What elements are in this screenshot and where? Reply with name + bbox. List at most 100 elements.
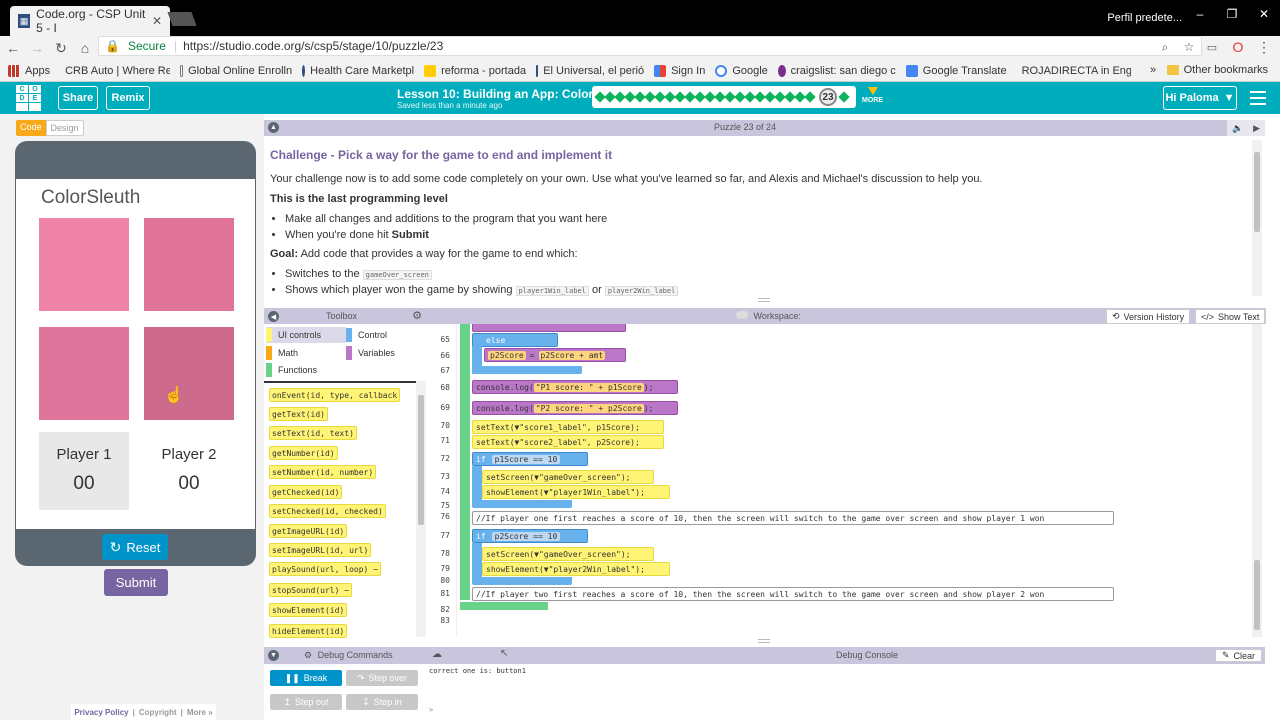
- apps-bookmark[interactable]: Apps: [8, 64, 50, 77]
- speaker-icon[interactable]: 🔈: [1232, 123, 1243, 134]
- toolbox-block[interactable]: setNumber(id, number): [269, 465, 377, 479]
- console-log-block[interactable]: console.log( "P1 score: " + p1Score );: [472, 380, 678, 394]
- else-block[interactable]: else: [472, 333, 558, 347]
- forward-icon[interactable]: →: [26, 37, 48, 59]
- workspace-toggle-icon[interactable]: [736, 311, 748, 319]
- if-block-p2[interactable]: if p2Score == 10: [472, 529, 588, 543]
- url-field[interactable]: 🔒 Secure | https://studio.code.org/s/csp…: [98, 36, 1202, 56]
- browser-tab[interactable]: ▦ Code.org - CSP Unit 5 - I ✕: [10, 6, 170, 36]
- privacy-policy-link[interactable]: Privacy Policy: [74, 708, 128, 717]
- more-button[interactable]: MORE: [862, 87, 883, 104]
- code-mode-tab[interactable]: Code: [16, 120, 46, 136]
- collapse-instructions-icon[interactable]: ▲: [268, 122, 279, 133]
- new-tab-button[interactable]: [167, 12, 197, 26]
- console-prompt[interactable]: >: [429, 706, 433, 714]
- bookmark-item[interactable]: CRB Auto | Where Re: [60, 65, 170, 77]
- show-text-button[interactable]: </> Show Text: [1195, 309, 1266, 324]
- play-icon[interactable]: ▶: [1253, 123, 1260, 134]
- step-over-button[interactable]: ↷ Step over: [346, 670, 418, 686]
- bookmark-item[interactable]: Google Translate: [905, 64, 1007, 77]
- bookmarks-overflow-icon[interactable]: »: [1150, 64, 1156, 76]
- color-button[interactable]: ☝: [144, 327, 234, 420]
- bookmark-item[interactable]: Health Care Marketpl: [302, 64, 414, 77]
- workspace-scrollbar[interactable]: [1252, 324, 1262, 637]
- assign-block[interactable]: p2Score = p2Score + amt: [484, 348, 626, 362]
- toolbox-block[interactable]: hideElement(id): [269, 624, 348, 638]
- if-block-p1[interactable]: if p1Score == 10: [472, 452, 588, 466]
- more-link[interactable]: More »: [187, 708, 213, 717]
- code-workspace[interactable]: 65 66 67 68 69 70 71 72 73 74 75 76 77 78 79 80 81 82 83 e…: [426, 324, 1266, 637]
- toolbox-block[interactable]: setText(id, text): [269, 426, 357, 440]
- toolbox-block[interactable]: onEvent(id, type, callback: [269, 388, 401, 402]
- current-puzzle-bubble[interactable]: 23: [819, 88, 837, 106]
- category-functions[interactable]: Functions: [266, 362, 346, 378]
- toolbox-block[interactable]: getChecked(id): [269, 485, 343, 499]
- toolbox-block[interactable]: getNumber(id): [269, 446, 338, 460]
- bookmark-item[interactable]: Sign In: [654, 64, 705, 77]
- share-button[interactable]: Share: [58, 86, 98, 110]
- bookmark-item[interactable]: El Universal, el perió: [536, 64, 644, 77]
- reload-icon[interactable]: ↻: [50, 37, 72, 59]
- version-history-button[interactable]: ⟲ Version History: [1106, 309, 1191, 324]
- profile-label[interactable]: Perfil predete...: [1107, 12, 1182, 24]
- break-button[interactable]: ❚❚ Break: [270, 670, 342, 686]
- gear-icon[interactable]: ⚙: [412, 309, 422, 322]
- toolbox-block[interactable]: getImageURL(id): [269, 524, 348, 538]
- back-icon[interactable]: ←: [2, 37, 24, 59]
- toolbox-block[interactable]: setChecked(id, checked): [269, 504, 386, 518]
- console-log-block[interactable]: console.log( "P2 score: " + p2Score );: [472, 401, 678, 415]
- resize-handle[interactable]: [758, 298, 770, 302]
- comment-block[interactable]: //If player one first reaches a score of…: [472, 511, 1114, 525]
- bookmark-item[interactable]: reforma - portada: [424, 64, 526, 77]
- showelement-block[interactable]: showElement(▼"player2Win_label");: [482, 562, 670, 576]
- bookmark-item[interactable]: craigslist: san diego c: [777, 64, 896, 77]
- step-in-button[interactable]: ↧ Step in: [346, 694, 418, 710]
- close-tab-icon[interactable]: ✕: [152, 14, 162, 28]
- watch-icon[interactable]: ☁: [432, 649, 442, 660]
- toolbox-block[interactable]: setImageURL(id, url): [269, 543, 372, 557]
- toolbox-block[interactable]: stopSound(url) −: [269, 583, 353, 597]
- menu-dots-icon[interactable]: ⋮: [1256, 39, 1272, 55]
- comment-block[interactable]: //If player two first reaches a score of…: [472, 587, 1114, 601]
- color-button[interactable]: [144, 218, 234, 311]
- home-icon[interactable]: ⌂: [74, 37, 96, 59]
- toolbox-block[interactable]: showElement(id): [269, 603, 348, 617]
- step-out-button[interactable]: ↥ Step out: [270, 694, 342, 710]
- toolbox-scrollbar[interactable]: [416, 381, 426, 637]
- submit-button[interactable]: Submit: [104, 569, 168, 596]
- maximize-icon[interactable]: ❐: [1216, 0, 1248, 28]
- pointer-icon[interactable]: ↖: [500, 648, 508, 659]
- close-window-icon[interactable]: ✕: [1248, 0, 1280, 28]
- color-button[interactable]: [39, 327, 129, 420]
- settext-block[interactable]: setText(▼"score2_label", p2Score);: [472, 435, 664, 449]
- minimize-icon[interactable]: –: [1184, 0, 1216, 28]
- collapse-debug-icon[interactable]: ▼: [268, 650, 279, 661]
- progress-dot[interactable]: [804, 91, 816, 103]
- bookmark-star-icon[interactable]: ☆: [1181, 39, 1197, 55]
- color-button[interactable]: [39, 218, 129, 311]
- showelement-block[interactable]: showElement(▼"player1Win_label");: [482, 485, 670, 499]
- other-bookmarks[interactable]: Other bookmarks: [1166, 64, 1268, 76]
- zoom-icon[interactable]: ⌕: [1157, 39, 1173, 55]
- debug-console[interactable]: correct one is: button1 >: [426, 664, 1265, 720]
- design-mode-tab[interactable]: Design: [45, 120, 84, 136]
- resize-handle[interactable]: [758, 639, 770, 643]
- bookmark-item[interactable]: ROJADIRECTA in Eng: [1017, 65, 1131, 77]
- user-menu-button[interactable]: Hi Paloma ▼: [1163, 86, 1237, 110]
- setscreen-block[interactable]: setScreen(▼"gameOver_screen");: [482, 547, 654, 561]
- codeorg-logo[interactable]: CODE: [16, 85, 41, 111]
- toolbox-block[interactable]: playSound(url, loop) −: [269, 562, 381, 576]
- reset-button[interactable]: ↻ Reset: [102, 534, 168, 560]
- setscreen-block[interactable]: setScreen(▼"gameOver_screen");: [482, 470, 654, 484]
- remix-button[interactable]: Remix: [106, 86, 150, 110]
- category-math[interactable]: Math: [266, 345, 346, 361]
- progress-dot[interactable]: [838, 91, 850, 103]
- collapse-toolbox-icon[interactable]: ◀: [268, 311, 279, 322]
- copyright-link[interactable]: Copyright: [139, 708, 177, 717]
- clear-console-button[interactable]: ✎ Clear: [1214, 649, 1262, 662]
- opera-icon[interactable]: O: [1230, 39, 1246, 55]
- bookmark-item[interactable]: Google: [715, 64, 768, 77]
- toolbox-block[interactable]: getText(id): [269, 407, 328, 421]
- cast-icon[interactable]: ▭: [1204, 39, 1220, 55]
- hamburger-menu-icon[interactable]: [1250, 91, 1266, 105]
